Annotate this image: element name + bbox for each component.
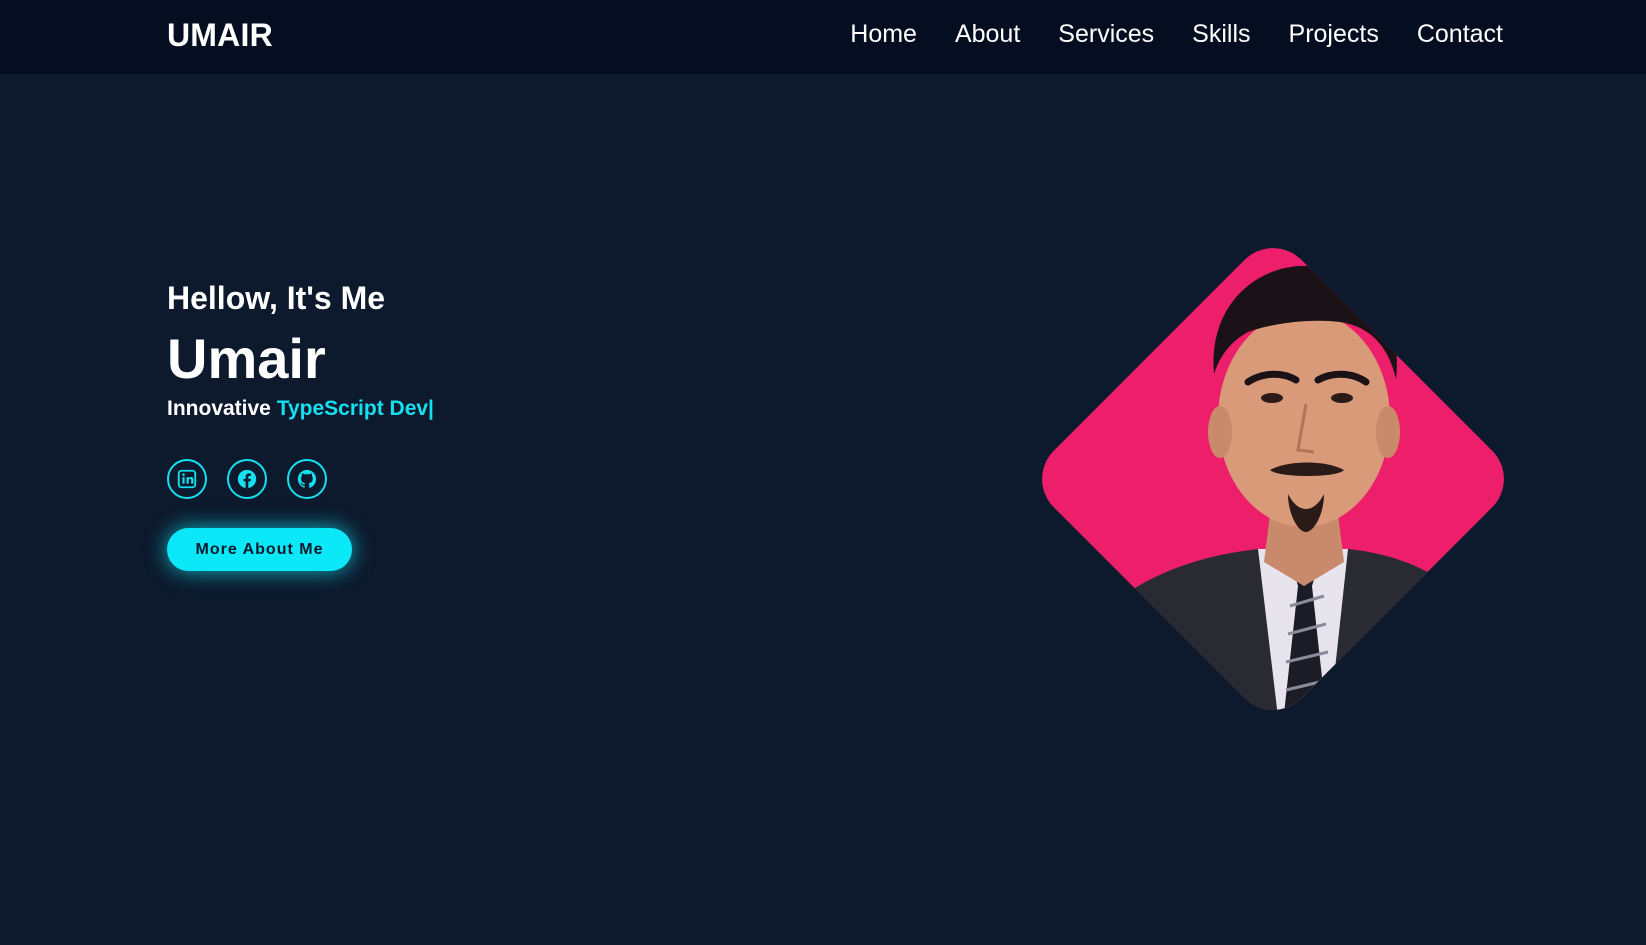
hero-tagline: Innovative TypeScript Dev| xyxy=(167,397,434,421)
facebook-link[interactable] xyxy=(227,459,267,500)
nav-link-home[interactable]: Home xyxy=(850,20,917,49)
nav-link-contact[interactable]: Contact xyxy=(1417,20,1503,49)
nav-link-about[interactable]: About xyxy=(955,20,1020,49)
site-logo[interactable]: UMAIR xyxy=(167,17,273,54)
github-icon xyxy=(297,470,317,489)
navbar: UMAIR Home About Services Skills Project… xyxy=(0,0,1646,74)
linkedin-link[interactable] xyxy=(167,459,207,500)
nav-link-services[interactable]: Services xyxy=(1058,20,1154,49)
hero-name: Umair xyxy=(167,327,326,390)
profile-image xyxy=(1042,248,1504,727)
nav-link-projects[interactable]: Projects xyxy=(1289,20,1379,49)
profile-portrait xyxy=(1008,214,1538,744)
nav-link-skills[interactable]: Skills xyxy=(1192,20,1250,49)
linkedin-icon xyxy=(177,470,197,489)
tagline-prefix: Innovative xyxy=(167,397,271,421)
social-links xyxy=(167,459,434,500)
hero-section: Hellow, It's Me Umair Innovative TypeScr… xyxy=(167,280,434,572)
nav-menu: Home About Services Skills Projects Cont… xyxy=(850,20,1503,49)
hero-greeting: Hellow, It's Me xyxy=(167,280,386,316)
tagline-typed-role: TypeScript Dev| xyxy=(276,397,434,421)
more-about-me-button[interactable]: More About Me xyxy=(167,528,352,572)
github-link[interactable] xyxy=(287,459,327,500)
facebook-icon xyxy=(237,470,257,489)
